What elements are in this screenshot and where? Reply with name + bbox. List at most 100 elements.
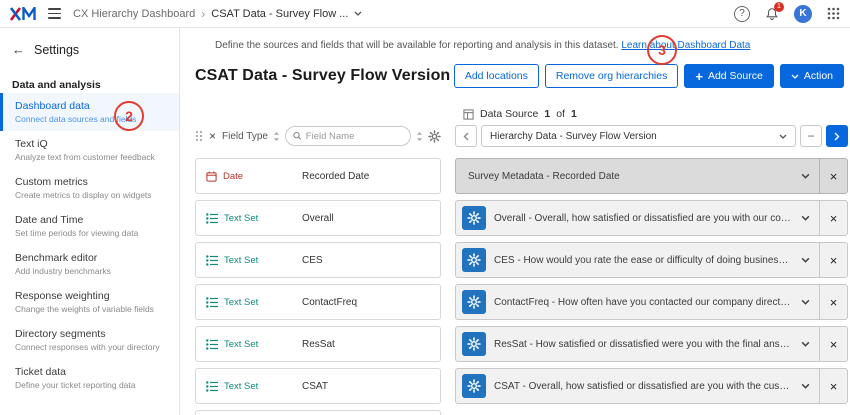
field-type-label: Text Set [224, 255, 258, 266]
sidebar-item-custom-metrics[interactable]: Custom metrics Create metrics to display… [0, 169, 179, 207]
sidebar-item-benchmark-editor[interactable]: Benchmark editor Add industry benchmarks [0, 245, 179, 283]
source-row-csat[interactable]: CSAT - Overall, how satisfied or dissati… [455, 368, 848, 404]
field-type-cell: Text Set [196, 339, 288, 350]
chevron-down-icon[interactable] [354, 11, 362, 16]
field-row-partial[interactable] [195, 410, 441, 415]
field-list-panel: × Field Type [195, 123, 441, 415]
notification-badge: 1 [774, 2, 784, 12]
field-config-gear-button[interactable] [462, 374, 486, 398]
dataset-description: Define the sources and fields that will … [215, 40, 840, 51]
sidebar-item-sublabel: Set time periods for viewing data [15, 228, 167, 238]
field-row-contactfreq[interactable]: Text Set ContactFreq [195, 284, 441, 320]
settings-back-button[interactable]: ← Settings [0, 28, 179, 65]
field-row-ressat[interactable]: Text Set ResSat [195, 326, 441, 362]
remove-field-icon[interactable]: × [819, 159, 847, 193]
main-content: Define the sources and fields that will … [181, 28, 850, 415]
action-button[interactable]: Action [780, 64, 844, 88]
source-row-ressat[interactable]: ResSat - How satisfied or dissatisfied w… [455, 326, 848, 362]
data-source-dropdown-value: Hierarchy Data - Survey Flow Version [490, 131, 773, 142]
breadcrumb-dashboard-link[interactable]: CX Hierarchy Dashboard [73, 8, 195, 20]
clear-selection-icon[interactable]: × [208, 129, 217, 143]
remove-field-icon[interactable]: × [819, 243, 847, 277]
help-icon[interactable]: ? [734, 6, 750, 22]
remove-field-icon[interactable]: × [819, 201, 847, 235]
remove-org-hierarchies-label: Remove org hierarchies [556, 70, 667, 82]
sidebar-item-text-iq[interactable]: Text iQ Analyze text from customer feedb… [0, 131, 179, 169]
field-row-recorded-date[interactable]: Date Recorded Date [195, 158, 441, 194]
field-type-column-header[interactable]: Field Type [222, 131, 268, 142]
settings-sidebar: ← Settings Data and analysis Dashboard d… [0, 28, 180, 415]
notifications-bell-icon[interactable]: 1 [765, 7, 779, 21]
sidebar-item-response-weighting[interactable]: Response weighting Change the weights of… [0, 283, 179, 321]
field-name-label: ResSat [288, 339, 335, 350]
chevron-down-icon[interactable] [791, 173, 819, 179]
calendar-icon [206, 171, 217, 182]
remove-field-icon[interactable]: × [819, 369, 847, 403]
add-locations-label: Add locations [465, 70, 528, 82]
app-grid-icon[interactable] [827, 7, 840, 20]
field-type-label: Text Set [224, 339, 258, 350]
plus-icon: + [695, 70, 703, 83]
field-type-cell: Text Set [196, 255, 288, 266]
settings-back-label: Settings [34, 43, 79, 57]
field-settings-gear-icon[interactable] [428, 130, 441, 143]
chevron-down-icon[interactable] [791, 341, 819, 347]
field-config-gear-button[interactable] [462, 290, 486, 314]
field-row-ces[interactable]: Text Set CES [195, 242, 441, 278]
sidebar-item-dashboard-data[interactable]: Dashboard data Connect data sources and … [0, 93, 179, 131]
sort-arrows-icon[interactable] [416, 131, 423, 142]
sidebar-item-sublabel: Connect responses with your directory [15, 342, 167, 352]
sidebar-item-sublabel: Connect data sources and fields [15, 114, 167, 124]
remove-field-icon[interactable]: × [819, 285, 847, 319]
user-avatar[interactable]: K [794, 5, 812, 23]
source-row-recorded-date[interactable]: Survey Metadata - Recorded Date × [455, 158, 848, 194]
previous-source-button[interactable] [455, 125, 477, 147]
field-list-header: × Field Type [195, 123, 441, 149]
chevron-down-icon[interactable] [791, 257, 819, 263]
drag-handle-icon[interactable] [195, 130, 203, 142]
gear-icon [467, 337, 481, 351]
field-row-overall[interactable]: Text Set Overall [195, 200, 441, 236]
add-locations-button[interactable]: Add locations [454, 64, 539, 88]
next-source-button[interactable] [826, 125, 848, 147]
source-row-overall[interactable]: Overall - Overall, how satisfied or diss… [455, 200, 848, 236]
breadcrumb: CX Hierarchy Dashboard › CSAT Data - Sur… [73, 7, 362, 21]
sidebar-item-directory-segments[interactable]: Directory segments Connect responses wit… [0, 321, 179, 359]
learn-about-dashboard-data-link[interactable]: Learn about Dashboard Data [621, 40, 750, 51]
remove-source-button[interactable]: − [800, 125, 822, 147]
field-config-gear-button[interactable] [462, 332, 486, 356]
sidebar-item-sublabel: Add industry benchmarks [15, 266, 167, 276]
field-type-label: Date [223, 171, 243, 182]
add-source-button[interactable]: + Add Source [684, 64, 773, 88]
chevron-down-icon[interactable] [791, 299, 819, 305]
field-config-gear-button[interactable] [462, 206, 486, 230]
hamburger-menu-icon[interactable] [46, 6, 63, 21]
sidebar-item-ticket-data[interactable]: Ticket data Define your ticket reporting… [0, 359, 179, 397]
source-row-contactfreq[interactable]: ContactFreq - How often have you contact… [455, 284, 848, 320]
remove-org-hierarchies-button[interactable]: Remove org hierarchies [545, 64, 678, 88]
sidebar-item-sublabel: Create metrics to display on widgets [15, 190, 167, 200]
data-source-dropdown[interactable]: Hierarchy Data - Survey Flow Version [481, 125, 796, 147]
remove-field-icon[interactable]: × [819, 327, 847, 361]
toolbar: Add locations Remove org hierarchies + A… [454, 64, 844, 88]
field-config-gear-button[interactable] [462, 248, 486, 272]
sidebar-item-date-and-time[interactable]: Date and Time Set time periods for viewi… [0, 207, 179, 245]
chevron-down-icon[interactable] [791, 383, 819, 389]
data-source-controls: Hierarchy Data - Survey Flow Version − [455, 123, 848, 149]
text-set-icon [206, 255, 218, 266]
field-name-label: ContactFreq [288, 297, 357, 308]
action-label: Action [804, 70, 833, 82]
sort-arrows-icon[interactable] [273, 131, 280, 142]
field-name-label: Recorded Date [288, 171, 369, 182]
chevron-down-icon[interactable] [791, 215, 819, 221]
breadcrumb-separator: › [201, 7, 205, 21]
field-row-csat[interactable]: Text Set CSAT [195, 368, 441, 404]
search-icon [293, 131, 302, 141]
breadcrumb-current-page[interactable]: CSAT Data - Survey Flow ... [211, 8, 348, 20]
field-name-search[interactable] [285, 126, 411, 146]
chevron-down-icon [791, 74, 799, 79]
xm-logo[interactable] [10, 7, 36, 21]
source-row-ces[interactable]: CES - How would you rate the ease or dif… [455, 242, 848, 278]
gear-icon [467, 379, 481, 393]
field-name-search-input[interactable] [306, 131, 403, 142]
